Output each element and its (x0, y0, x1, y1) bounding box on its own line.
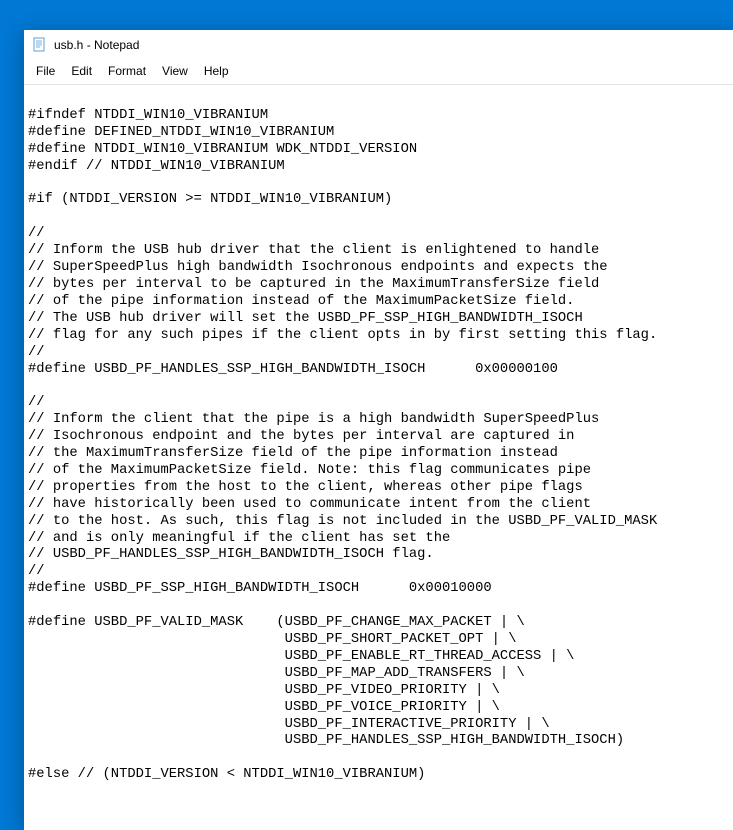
menu-format[interactable]: Format (100, 62, 154, 80)
notepad-icon (32, 37, 48, 53)
menu-file[interactable]: File (28, 62, 63, 80)
menu-help[interactable]: Help (196, 62, 237, 80)
titlebar[interactable]: usb.h - Notepad (24, 30, 733, 60)
text-editor[interactable]: #ifndef NTDDI_WIN10_VIBRANIUM #define DE… (28, 91, 729, 784)
menu-edit[interactable]: Edit (63, 62, 100, 80)
editor-area[interactable]: #ifndef NTDDI_WIN10_VIBRANIUM #define DE… (24, 85, 733, 830)
notepad-window: usb.h - Notepad File Edit Format View He… (24, 30, 733, 830)
menu-view[interactable]: View (154, 62, 196, 80)
menubar: File Edit Format View Help (24, 60, 733, 85)
window-title: usb.h - Notepad (54, 38, 139, 52)
